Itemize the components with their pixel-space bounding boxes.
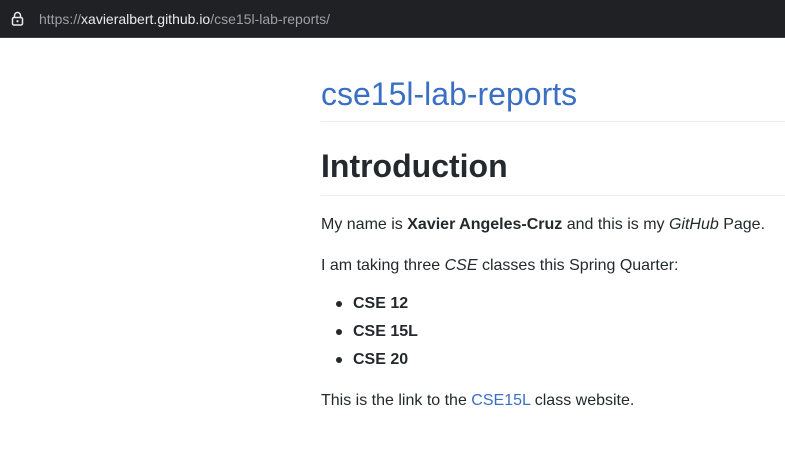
url-path: /cse15l-lab-reports/ bbox=[210, 11, 331, 27]
list-item: CSE 20 bbox=[321, 348, 418, 376]
list-item: CSE 12 bbox=[321, 292, 418, 320]
cse15l-website-link[interactable]: CSE15L bbox=[471, 392, 530, 409]
list-item: CSE 15L bbox=[321, 320, 418, 348]
cse-word: CSE bbox=[444, 257, 478, 274]
browser-address-bar: https://xavieralbert.github.io/cse15l-la… bbox=[0, 0, 785, 38]
author-name: Xavier Angeles-Cruz bbox=[407, 216, 563, 233]
intro-paragraph: My name is Xavier Angeles-Cruz and this … bbox=[321, 213, 765, 237]
site-title-link[interactable]: cse15l-lab-reports bbox=[321, 74, 577, 114]
classes-list: CSE 12 CSE 15L CSE 20 bbox=[321, 292, 418, 376]
classes-intro-prefix: I am taking three bbox=[321, 257, 445, 274]
intro-prefix: My name is bbox=[321, 216, 408, 233]
class-name: CSE 15L bbox=[353, 323, 418, 340]
bullet-icon bbox=[336, 301, 342, 307]
class-name: CSE 20 bbox=[353, 351, 409, 368]
bullet-icon bbox=[336, 329, 342, 335]
classes-intro-suffix: classes this Spring Quarter: bbox=[477, 257, 679, 274]
intro-middle: and this is my bbox=[562, 216, 669, 233]
link-prefix: This is the link to the bbox=[321, 392, 472, 409]
page-heading: Introduction bbox=[321, 148, 508, 184]
heading-divider bbox=[321, 195, 785, 196]
bullet-icon bbox=[336, 357, 342, 363]
intro-suffix: Page. bbox=[718, 216, 766, 233]
url-field[interactable]: https://xavieralbert.github.io/cse15l-la… bbox=[39, 10, 330, 28]
url-host: xavieralbert.github.io bbox=[81, 11, 211, 27]
url-prefix: https:// bbox=[39, 11, 82, 27]
link-suffix: class website. bbox=[530, 392, 635, 409]
github-word: GitHub bbox=[668, 216, 719, 233]
classes-intro-paragraph: I am taking three CSE classes this Sprin… bbox=[321, 254, 679, 278]
class-name: CSE 12 bbox=[353, 295, 409, 312]
lock-icon[interactable] bbox=[11, 11, 24, 26]
link-paragraph: This is the link to the CSE15L class web… bbox=[321, 389, 634, 413]
title-divider bbox=[321, 121, 785, 122]
